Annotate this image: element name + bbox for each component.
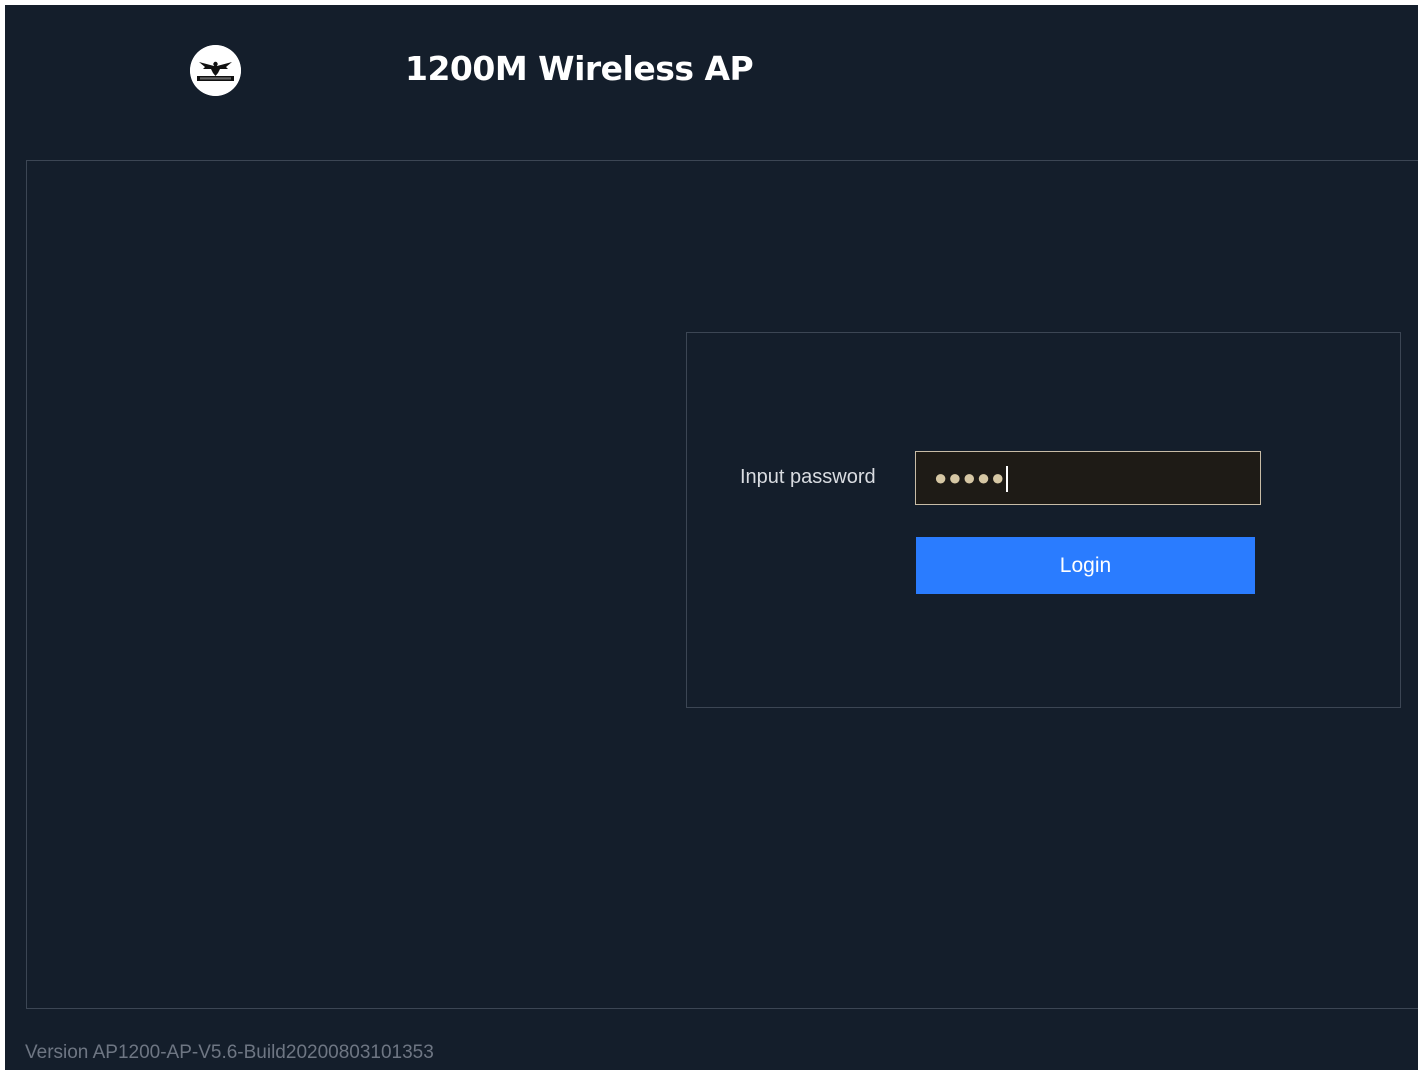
page-title: 1200M Wireless AP	[405, 49, 754, 88]
password-masked-text: ●●●●●	[934, 465, 1006, 490]
login-button[interactable]: Login	[916, 537, 1255, 594]
main-panel: Input password ●●●●● Login	[26, 160, 1418, 1009]
password-label: Input password	[740, 466, 876, 488]
eagle-badge-icon	[190, 45, 241, 96]
password-value: ●●●●●	[934, 464, 1009, 493]
app-window: 1200M Wireless AP Input password ●●●●● L…	[5, 5, 1418, 1070]
version-text: Version AP1200-AP-V5.6-Build202008031013…	[25, 1042, 434, 1063]
text-caret	[1006, 466, 1009, 493]
login-form: Input password ●●●●● Login	[686, 332, 1401, 708]
password-field[interactable]: ●●●●●	[915, 451, 1261, 505]
header: 1200M Wireless AP	[5, 5, 1418, 155]
